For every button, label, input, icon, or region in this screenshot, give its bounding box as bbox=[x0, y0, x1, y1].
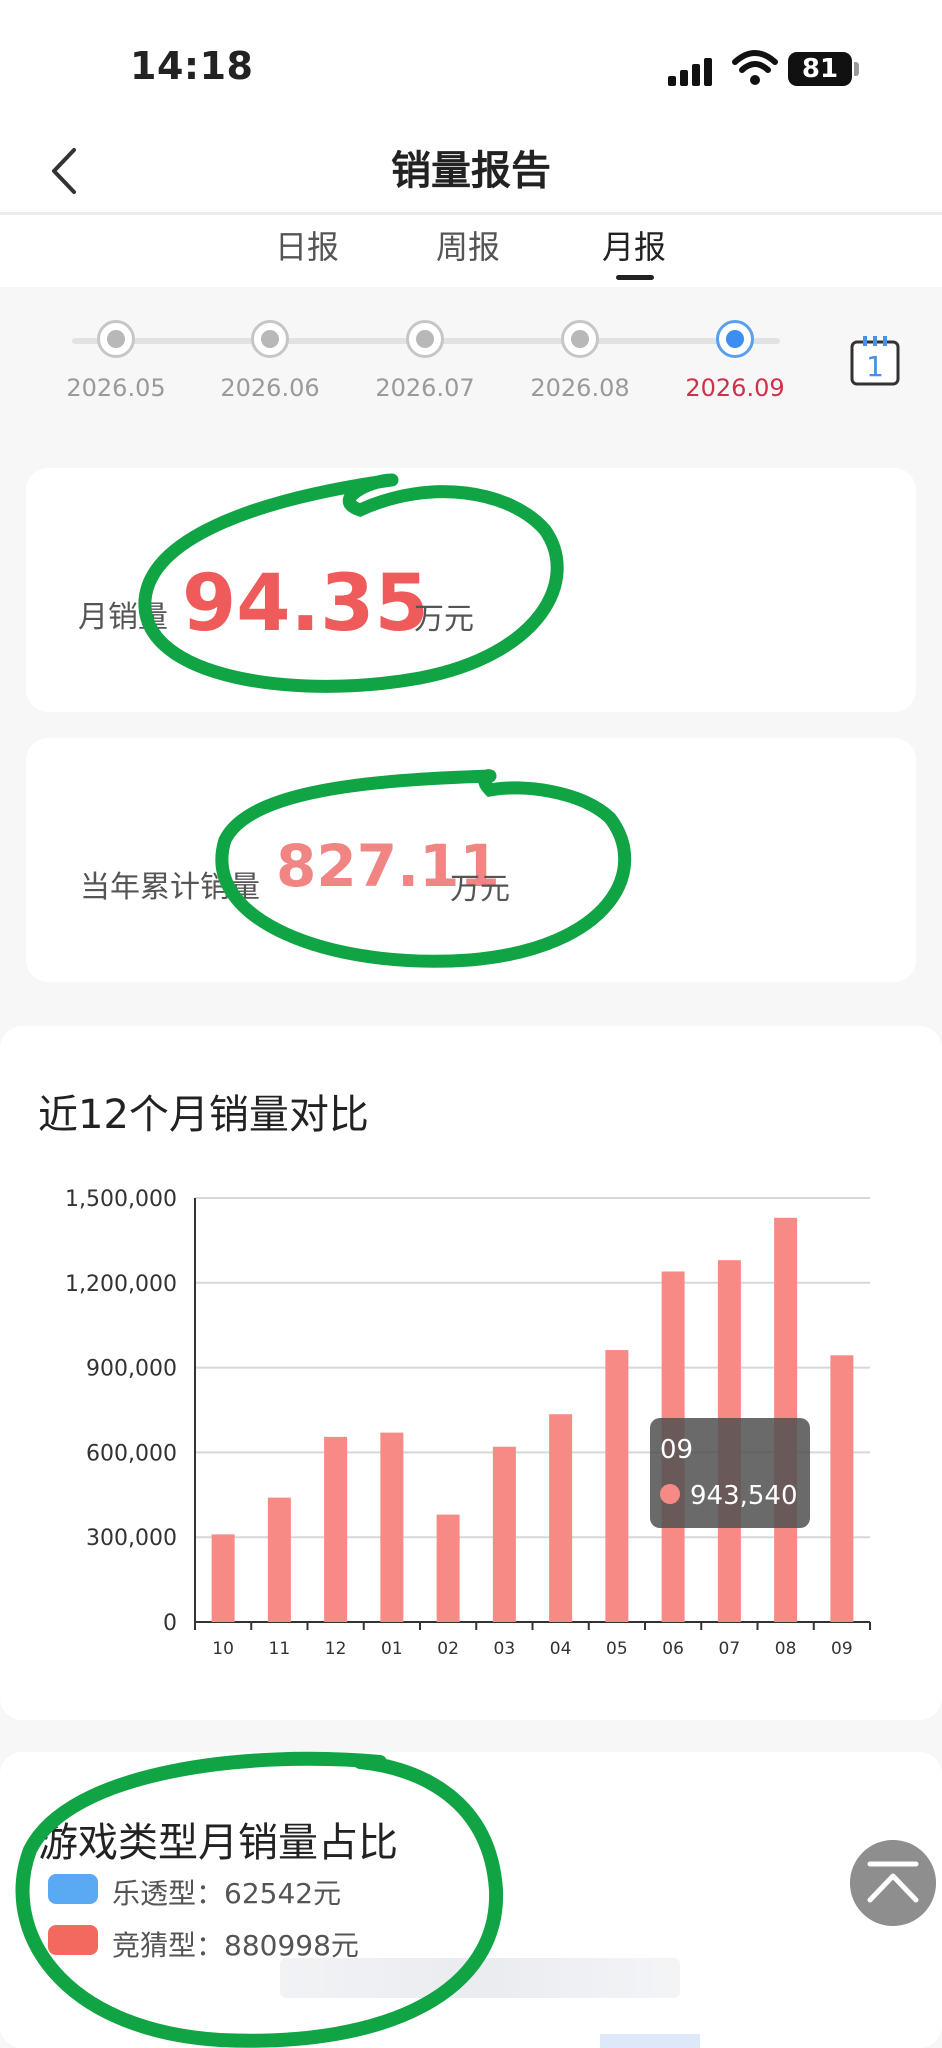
battery-icon: 81 bbox=[788, 52, 852, 86]
bar bbox=[324, 1436, 348, 1622]
annotation-circles bbox=[15, 473, 632, 2048]
chart-title: 近12个月销量对比 bbox=[38, 1092, 369, 1138]
tab-monthly[interactable]: 月报 bbox=[602, 222, 666, 268]
bar bbox=[549, 1414, 573, 1622]
wifi-icon bbox=[732, 50, 778, 85]
x-tick-label: 09 bbox=[831, 1639, 853, 1659]
ytd-sales-label: 当年累计销量 bbox=[80, 870, 260, 905]
y-tick-label: 300,000 bbox=[86, 1526, 177, 1551]
x-tick-label: 01 bbox=[381, 1639, 403, 1659]
monthly-sales-bar-chart: 0 300,000 600,000 900,000 1,200,000 1,500,000… bbox=[65, 1187, 871, 1659]
blurred-content bbox=[600, 2034, 700, 2048]
y-tick-label: 0 bbox=[163, 1611, 177, 1636]
tooltip-category: 09 bbox=[660, 1435, 693, 1465]
tab-daily[interactable]: 日报 bbox=[275, 222, 339, 268]
legend-swatch-quiz bbox=[48, 1925, 98, 1955]
y-tick-label: 1,500,000 bbox=[65, 1187, 177, 1212]
timeline-dot-2026-05[interactable] bbox=[97, 320, 135, 358]
monthly-sales-unit: 万元 bbox=[414, 602, 474, 637]
monthly-sales-card bbox=[26, 468, 916, 712]
bar bbox=[211, 1534, 235, 1622]
x-tick-label: 04 bbox=[550, 1639, 572, 1659]
legend-swatch-lottery bbox=[48, 1874, 98, 1904]
y-tick-label: 900,000 bbox=[86, 1357, 177, 1382]
monthly-sales-value: 94.35 bbox=[182, 559, 429, 649]
timeline-month-label-selected[interactable]: 2026.09 bbox=[665, 374, 805, 402]
timeline-dot-2026-06[interactable] bbox=[251, 320, 289, 358]
x-tick-label: 05 bbox=[606, 1639, 628, 1659]
legend-lottery: 乐透型：62542元 bbox=[112, 1877, 342, 1910]
tab-active-indicator bbox=[616, 275, 654, 280]
timeline-month-label[interactable]: 2026.06 bbox=[200, 374, 340, 402]
x-tick-label: 02 bbox=[437, 1639, 459, 1659]
monthly-sales-label: 月销量 bbox=[78, 600, 168, 635]
y-tick-label: 600,000 bbox=[86, 1441, 177, 1466]
y-tick-label: 1,200,000 bbox=[65, 1272, 177, 1297]
x-tick-label: 03 bbox=[494, 1639, 516, 1659]
timeline-dot-2026-07[interactable] bbox=[406, 320, 444, 358]
x-tick-label: 12 bbox=[325, 1639, 347, 1659]
status-time: 14:18 bbox=[130, 44, 254, 88]
bar bbox=[605, 1350, 629, 1622]
bar bbox=[267, 1497, 291, 1622]
calendar-icon[interactable]: 1 bbox=[850, 334, 900, 386]
scroll-to-top-icon[interactable] bbox=[850, 1840, 936, 1926]
tooltip-marker bbox=[660, 1484, 680, 1504]
timeline-month-label[interactable]: 2026.05 bbox=[46, 374, 186, 402]
x-tick-label: 11 bbox=[269, 1639, 291, 1659]
bar bbox=[436, 1514, 460, 1622]
bar bbox=[492, 1446, 516, 1622]
page-title: 销量报告 bbox=[391, 148, 551, 194]
x-tick-label: 10 bbox=[212, 1639, 234, 1659]
bar bbox=[830, 1355, 854, 1622]
ytd-sales-unit: 万元 bbox=[450, 872, 510, 907]
cellular-signal-icon bbox=[668, 56, 716, 86]
timeline-dot-2026-08[interactable] bbox=[561, 320, 599, 358]
x-tick-label: 07 bbox=[719, 1639, 741, 1659]
x-tick-label: 08 bbox=[775, 1639, 797, 1659]
tab-weekly[interactable]: 周报 bbox=[436, 222, 500, 268]
calendar-day: 1 bbox=[866, 350, 884, 383]
x-tick-label: 06 bbox=[662, 1639, 684, 1659]
blurred-content bbox=[280, 1958, 680, 1998]
timeline-month-label[interactable]: 2026.08 bbox=[510, 374, 650, 402]
share-title: 游戏类型月销量占比 bbox=[38, 1820, 398, 1866]
timeline-dot-2026-09[interactable] bbox=[716, 320, 754, 358]
bar bbox=[380, 1432, 404, 1622]
tooltip-value: 943,540 bbox=[690, 1481, 798, 1511]
timeline-month-label[interactable]: 2026.07 bbox=[355, 374, 495, 402]
battery-tip bbox=[854, 62, 859, 76]
